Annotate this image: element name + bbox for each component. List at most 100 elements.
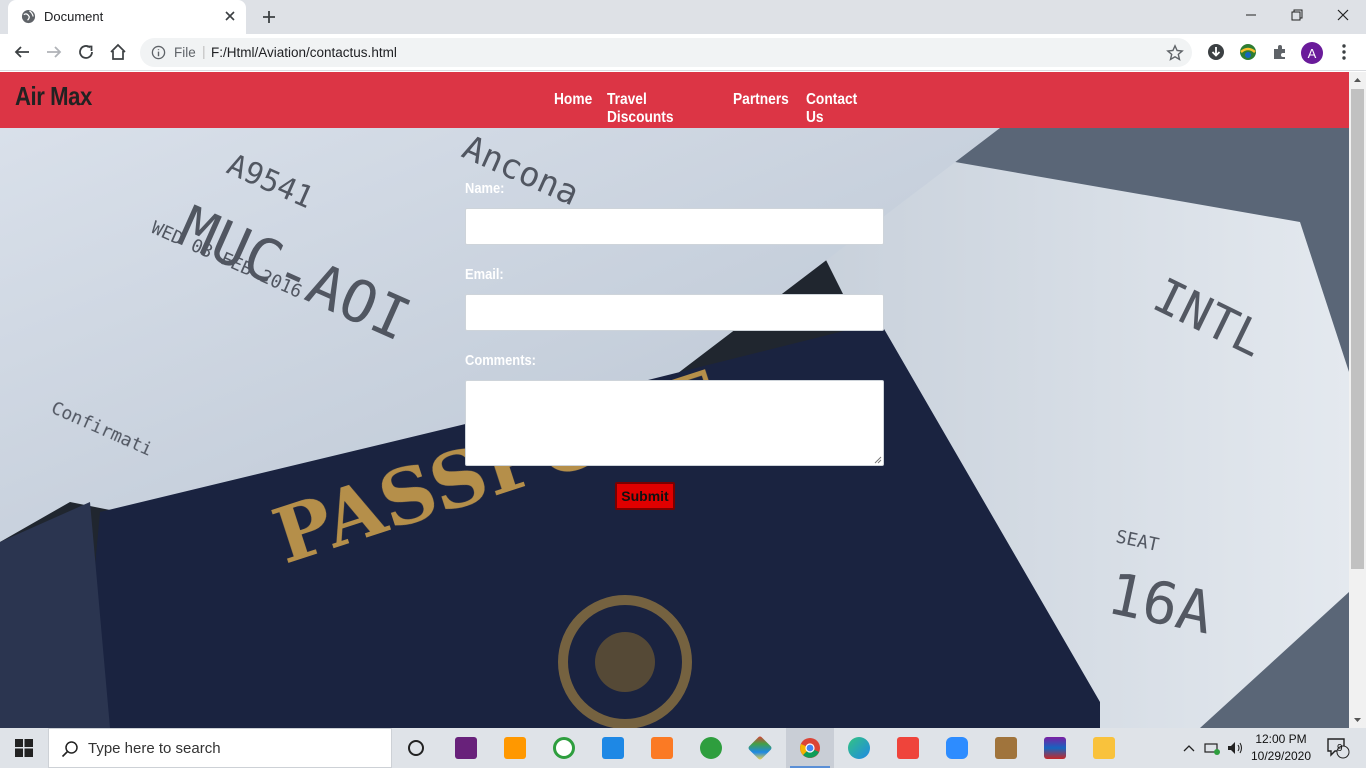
- info-icon[interactable]: [151, 45, 166, 60]
- nav-link-partners[interactable]: Partners: [733, 91, 796, 127]
- windows-taskbar: Type here to search 12:00 PM 10/29/2020: [0, 728, 1366, 768]
- scroll-down-icon[interactable]: [1353, 716, 1362, 724]
- scrollbar-thumb[interactable]: [1351, 89, 1364, 569]
- search-placeholder: Type here to search: [88, 740, 221, 757]
- anydesk-icon: [897, 737, 919, 759]
- back-button[interactable]: [11, 41, 33, 63]
- resize-handle-icon[interactable]: [873, 455, 882, 464]
- taskbar-visual-studio[interactable]: [442, 728, 490, 768]
- taskbar-edge[interactable]: [835, 728, 883, 768]
- reload-button[interactable]: [75, 41, 97, 63]
- address-scheme: File: [174, 45, 196, 60]
- nav-link-contact-us[interactable]: Contact Us: [806, 91, 875, 127]
- comments-label: Comments:: [465, 352, 536, 369]
- tray-network[interactable]: [1202, 728, 1222, 768]
- arrow-left-icon: [14, 46, 29, 58]
- address-url[interactable]: F:/Html/Aviation/contactus.html: [211, 45, 397, 60]
- sublime-text-icon: [504, 737, 526, 759]
- minimize-button[interactable]: [1228, 0, 1274, 30]
- address-separator: |: [202, 43, 206, 59]
- address-bar[interactable]: File | F:/Html/Aviation/contactus.html: [140, 38, 1192, 67]
- taskbar-winrar[interactable]: [1031, 728, 1079, 768]
- name-field[interactable]: [465, 208, 884, 245]
- window-close-button[interactable]: [1320, 0, 1366, 30]
- restore-button[interactable]: [1274, 0, 1320, 30]
- zoom-icon: [946, 737, 968, 759]
- circle-sync-icon: [553, 737, 575, 759]
- extensions-button[interactable]: [1270, 42, 1290, 62]
- taskbar-clock[interactable]: 12:00 PM 10/29/2020: [1250, 731, 1312, 765]
- taskbar-dosbox[interactable]: [982, 728, 1030, 768]
- globe-icon: [21, 9, 36, 24]
- browser-tab[interactable]: Document: [8, 0, 246, 34]
- git-icon: [747, 735, 773, 761]
- xampp-icon: [651, 737, 673, 759]
- taskbar-chrome[interactable]: [786, 728, 834, 768]
- profile-avatar[interactable]: A: [1301, 42, 1323, 64]
- nav-link-home[interactable]: Home: [554, 91, 600, 127]
- action-center-button[interactable]: 9: [1318, 728, 1358, 768]
- close-icon[interactable]: [222, 8, 238, 24]
- taskbar-utorrent[interactable]: [687, 728, 735, 768]
- comments-textarea[interactable]: [465, 380, 884, 466]
- colorful-globe-icon: [1240, 44, 1256, 60]
- folder-icon: [1093, 737, 1115, 759]
- search-icon: [61, 741, 78, 758]
- clock-date: 10/29/2020: [1250, 749, 1312, 763]
- scroll-up-icon[interactable]: [1353, 76, 1362, 84]
- close-icon: [1337, 9, 1349, 21]
- browser-menu-button[interactable]: [1334, 42, 1354, 62]
- browser-toolbar: File | F:/Html/Aviation/contactus.html A: [0, 34, 1366, 71]
- page-scrollbar[interactable]: [1349, 72, 1366, 728]
- cortana-icon: [408, 740, 424, 756]
- more-vertical-icon: [1342, 44, 1346, 60]
- globe-extension[interactable]: [1238, 42, 1258, 62]
- taskbar-vscode[interactable]: [589, 728, 637, 768]
- site-navbar: Air Max Home Travel Discounts Partners C…: [0, 72, 1349, 128]
- restore-icon: [1291, 9, 1303, 21]
- winrar-icon: [1044, 737, 1066, 759]
- taskbar-file-explorer[interactable]: [1080, 728, 1128, 768]
- taskbar-sublime-text[interactable]: [491, 728, 539, 768]
- chrome-icon: [800, 738, 820, 758]
- taskbar-anydesk[interactable]: [884, 728, 932, 768]
- download-extension[interactable]: [1206, 42, 1226, 62]
- email-field[interactable]: [465, 294, 884, 331]
- chevron-up-icon: [1183, 745, 1195, 752]
- web-page: MUC-AOI A9541 Ancona WED 03 FEB 2016 Con…: [0, 72, 1349, 728]
- notification-count: 9: [1337, 743, 1343, 754]
- name-label: Name:: [465, 180, 505, 197]
- taskbar-xampp[interactable]: [638, 728, 686, 768]
- home-icon: [110, 43, 126, 60]
- taskbar-zoom[interactable]: [933, 728, 981, 768]
- email-label: Email:: [465, 266, 504, 283]
- taskbar-git[interactable]: [736, 728, 784, 768]
- windows-logo-icon: [15, 739, 33, 757]
- visual-studio-icon: [455, 737, 477, 759]
- nav-links: Home Travel Discounts Partners Contact U…: [554, 91, 886, 127]
- nav-link-travel-discounts[interactable]: Travel Discounts: [607, 91, 715, 127]
- utorrent-icon: [700, 737, 722, 759]
- home-button[interactable]: [107, 41, 129, 63]
- taskbar-sync-app[interactable]: [540, 728, 588, 768]
- arrow-right-icon: [47, 46, 62, 58]
- site-logo[interactable]: Air Max: [15, 81, 92, 112]
- minimize-icon: [1246, 14, 1256, 16]
- vscode-icon: [602, 737, 624, 759]
- start-button[interactable]: [0, 728, 48, 768]
- reload-icon: [79, 45, 93, 59]
- tab-strip: Document: [0, 0, 1366, 34]
- forward-button[interactable]: [43, 41, 65, 63]
- tray-volume[interactable]: [1226, 728, 1246, 768]
- cortana-button[interactable]: [392, 728, 440, 768]
- clock-time: 12:00 PM: [1255, 732, 1307, 746]
- download-icon: [1208, 44, 1224, 60]
- tray-overflow-button[interactable]: [1180, 728, 1198, 768]
- edge-icon: [848, 737, 870, 759]
- tab-title: Document: [44, 9, 104, 24]
- new-tab-icon[interactable]: [259, 7, 279, 27]
- dosbox-icon: [995, 737, 1017, 759]
- taskbar-search-box[interactable]: Type here to search: [48, 728, 392, 768]
- star-icon[interactable]: [1166, 44, 1184, 62]
- submit-button[interactable]: Submit: [615, 482, 675, 510]
